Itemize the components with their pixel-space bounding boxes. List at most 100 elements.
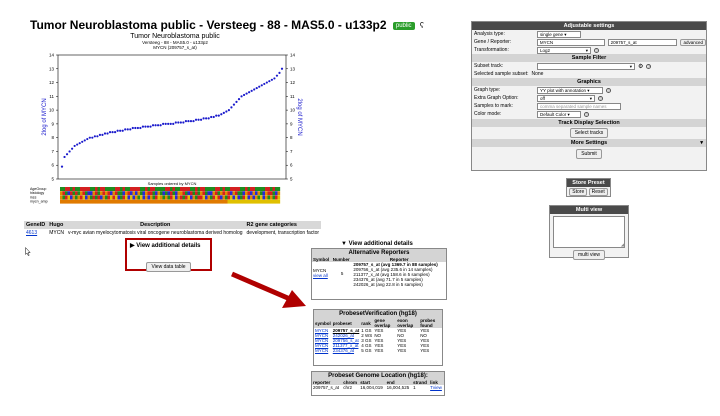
track-cell <box>152 187 156 191</box>
view-data-table-button[interactable]: View data table <box>146 262 191 272</box>
pv-symbol-link[interactable]: MYCN <box>314 348 332 353</box>
graph-type-select[interactable]: YY plot with annotation ▾ <box>537 86 603 94</box>
data-point <box>253 88 256 91</box>
track-cell <box>270 195 273 200</box>
track-cell <box>147 195 151 200</box>
y-tick-label: 7 <box>290 149 293 154</box>
track-cell <box>207 187 211 191</box>
track-cell <box>247 191 251 196</box>
gene-id-link[interactable]: 4613 <box>24 229 47 237</box>
track-cell <box>277 195 281 200</box>
view-all-link[interactable]: view all <box>313 273 331 278</box>
track-cell <box>247 195 251 200</box>
pv-header: probes found <box>419 318 442 328</box>
genome-location-title: Probeset Genome Location (hg18): <box>312 372 444 380</box>
track-cell <box>182 195 186 200</box>
gear-icon[interactable]: ⚙ <box>638 63 643 70</box>
pv-probeset-link[interactable]: 234376_at <box>332 348 361 353</box>
track-cell <box>197 199 201 204</box>
track-cell <box>152 195 156 200</box>
track-cell <box>222 199 226 204</box>
data-point <box>83 139 86 142</box>
graphics-header: Graphics <box>472 78 706 86</box>
data-point <box>151 124 155 127</box>
track-cell <box>115 195 118 200</box>
help-icon[interactable]: ? <box>584 111 589 117</box>
track-cell <box>142 195 146 200</box>
track-cell <box>227 199 231 204</box>
help-icon[interactable]: ? <box>606 87 611 93</box>
data-point <box>162 122 165 125</box>
more-settings-toggle[interactable]: More Settings ▾ <box>472 139 706 147</box>
data-point <box>237 97 241 101</box>
copyright-icon[interactable]: ʕ <box>420 21 424 30</box>
submit-button[interactable]: Submit <box>576 149 602 159</box>
alt-reporter-item[interactable]: 242026_at (avg 22.8 in 5 samples) <box>353 282 445 287</box>
track-cell <box>102 195 106 200</box>
track-cell <box>222 195 226 200</box>
track-cell <box>195 195 198 200</box>
track-cell <box>180 191 183 196</box>
y-tick-label: 6 <box>290 163 293 168</box>
multi-view-textarea[interactable]: ◢ <box>553 216 625 248</box>
track-cell <box>180 187 183 191</box>
samples-to-mark-input[interactable]: comma separated sample names <box>537 102 621 110</box>
track-cell <box>265 195 268 200</box>
data-point <box>88 136 91 139</box>
track-cell <box>87 191 91 196</box>
track-cell <box>147 187 151 191</box>
reporter-input[interactable]: 209757_s_at <box>607 38 678 46</box>
track-cell <box>222 191 226 196</box>
reset-button[interactable]: Reset <box>588 188 608 196</box>
track-cell <box>172 199 176 204</box>
help-icon[interactable]: ? <box>594 47 599 53</box>
track-cell <box>242 199 246 204</box>
track-cell <box>105 187 108 191</box>
track-cell <box>212 187 216 191</box>
track-cell <box>200 199 203 204</box>
tview-link[interactable]: Tview <box>429 385 444 390</box>
transformation-select[interactable]: Log2 ▾ <box>537 46 591 54</box>
expression-chart: Tumor Neuroblastoma public Versteeg - 88… <box>30 33 302 204</box>
track-cell <box>210 199 213 204</box>
track-cell <box>200 191 203 196</box>
view-additional-details-toggle-2[interactable]: ▼ View additional details <box>341 241 413 247</box>
track-cell <box>152 191 156 196</box>
data-point <box>154 124 157 127</box>
mouse-cursor-icon <box>25 247 31 256</box>
track-cell <box>100 191 103 196</box>
chart-title: Tumor Neuroblastoma public <box>130 33 220 40</box>
multi-view-button[interactable]: multi view <box>573 250 605 260</box>
data-point <box>207 117 210 120</box>
track-cell <box>102 187 106 191</box>
track-cell <box>197 191 201 196</box>
data-point <box>255 86 258 90</box>
track-cell <box>75 195 78 200</box>
extra-option-select[interactable]: off ▾ <box>537 94 595 102</box>
track-cell <box>260 199 263 204</box>
color-mode-select[interactable]: Default Color ▾ <box>537 110 581 118</box>
view-additional-details-toggle[interactable]: ▶ View additional details <box>130 242 210 249</box>
analysis-type-select[interactable]: single gene ▾ <box>537 30 581 38</box>
gene-input[interactable]: MYCN <box>536 38 605 46</box>
track-cell <box>90 199 93 204</box>
advanced-button[interactable]: advanced <box>680 38 706 46</box>
track-cell <box>162 199 166 204</box>
track-cell <box>275 199 278 204</box>
track-cell <box>145 199 148 204</box>
track-cell <box>90 191 93 196</box>
track-cell <box>82 187 86 191</box>
resize-handle-icon[interactable]: ◢ <box>621 242 624 247</box>
help-icon[interactable]: ? <box>646 63 652 69</box>
help-icon[interactable]: ? <box>598 95 603 101</box>
store-button[interactable]: Store <box>569 188 588 196</box>
track-cell <box>250 187 253 191</box>
pv-header: exon overlap <box>396 318 420 328</box>
track-cell <box>260 187 263 191</box>
alt-header-number: Number <box>331 257 353 262</box>
gene-hugo: MYCN <box>49 230 64 236</box>
track-cell <box>262 191 266 196</box>
track-cell <box>150 199 153 204</box>
select-tracks-button[interactable]: Select tracks <box>569 128 609 138</box>
subset-track-select[interactable]: ▾ <box>537 62 635 70</box>
